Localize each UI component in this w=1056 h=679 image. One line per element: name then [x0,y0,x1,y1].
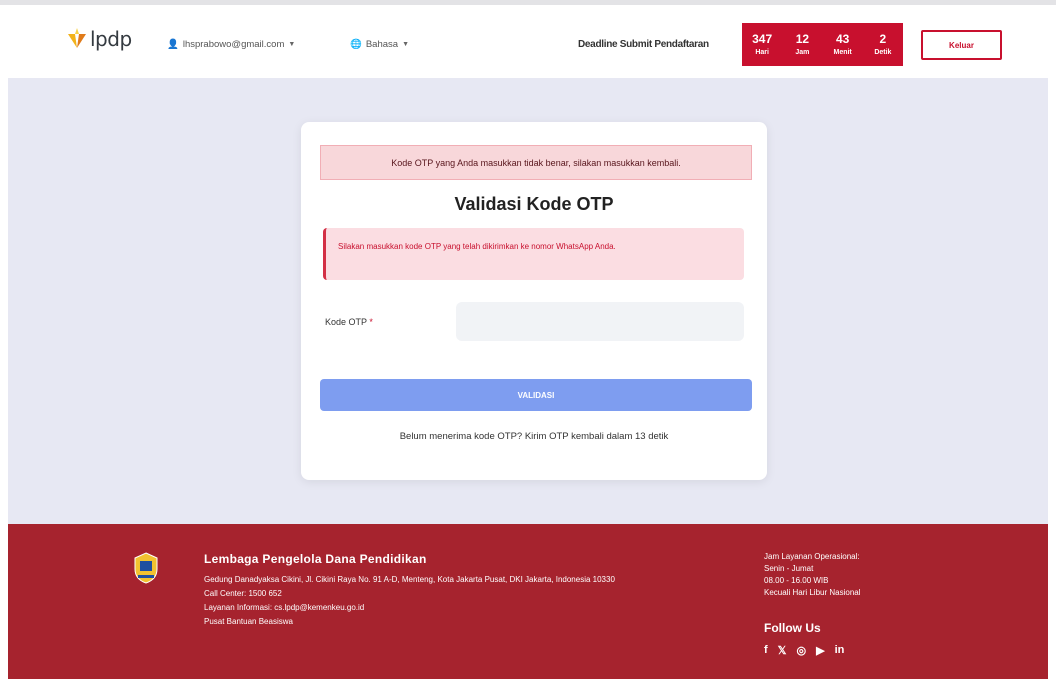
countdown-value: 12 [795,32,810,46]
lpdp-logo-mark-icon [68,28,86,48]
top-navbar: lpdp 👤 lhsprabowo@gmail.com ▼ 🌐 Bahasa ▼… [0,0,1056,78]
facebook-icon[interactable]: f [764,644,768,657]
footer-org-name: Lembaga Pengelola Dana Pendidikan [204,552,427,566]
footer-address: Gedung Danadyaksa Cikini, Jl. Cikini Ray… [204,575,615,584]
countdown-minutes: 43 Menit [823,23,863,66]
otp-input[interactable] [456,302,744,341]
follow-us-title: Follow Us [764,621,821,635]
countdown-unit: Hari [755,49,769,56]
language-label: Bahasa [365,39,399,50]
validate-button[interactable]: VALIDASI [320,379,752,411]
otp-info-alert: Silakan masukkan kode OTP yang telah dik… [323,228,744,280]
footer-hours-line: 08.00 - 16.00 WIB [764,576,829,585]
footer-hours-line: Kecuali Hari Libur Nasional [764,588,861,597]
footer-phone: Call Center: 1500 652 [204,589,282,598]
countdown-value: 43 [835,32,850,46]
countdown-unit: Jam [795,49,810,56]
countdown-unit: Detik [874,49,892,56]
countdown-hours: 12 Jam [782,23,822,66]
countdown-days: 347 Hari [742,23,782,66]
deadline-countdown: 347 Hari 12 Jam 43 Menit 2 Detik [742,23,903,66]
footer-hours-line: Senin - Jumat [764,564,814,573]
lpdp-logo[interactable]: lpdp [66,27,132,51]
countdown-unit: Menit [833,49,852,56]
footer-hours-line: Jam Layanan Operasional: [764,552,860,561]
kemenkeu-emblem-icon [134,552,158,584]
page-title: Validasi Kode OTP [454,194,614,214]
footer-email-link[interactable]: Layanan Informasi: cs.lpdp@kemenkeu.go.i… [204,602,364,614]
countdown-value: 2 [879,32,887,46]
social-links: f 𝕏 ◎ ▶ in [764,644,844,657]
logo-text: lpdp [90,27,132,51]
language-menu[interactable]: 🌐 Bahasa ▼ [350,39,409,50]
countdown-value: 347 [752,32,773,46]
globe-icon: 🌐 [350,39,362,50]
required-marker: * [369,317,373,327]
user-email: lhsprabowo@gmail.com [182,39,285,50]
user-menu[interactable]: 👤 lhsprabowo@gmail.com ▼ [167,39,295,50]
footer-help-link[interactable]: Pusat Bantuan Beasiswa [204,616,293,628]
error-alert: Kode OTP yang Anda masukkan tidak benar,… [320,145,752,180]
chevron-down-icon: ▼ [288,41,296,48]
instagram-icon[interactable]: ◎ [797,644,807,657]
resend-otp-text: Belum menerima kode OTP? Kirim OTP kemba… [399,431,669,442]
linkedin-icon[interactable]: in [835,644,845,657]
chevron-down-icon: ▼ [402,41,410,48]
otp-card: Kode OTP yang Anda masukkan tidak benar,… [301,122,767,480]
youtube-icon[interactable]: ▶ [816,644,824,657]
countdown-seconds: 2 Detik [863,23,903,66]
otp-field-label: Kode OTP * [325,317,373,327]
footer: Lembaga Pengelola Dana Pendidikan Gedung… [8,524,1048,679]
user-icon: 👤 [167,39,179,50]
deadline-label: Deadline Submit Pendaftaran [578,39,709,50]
logout-button[interactable]: Keluar [921,30,1002,60]
otp-label-text: Kode OTP [325,317,367,327]
twitter-icon[interactable]: 𝕏 [778,644,787,657]
